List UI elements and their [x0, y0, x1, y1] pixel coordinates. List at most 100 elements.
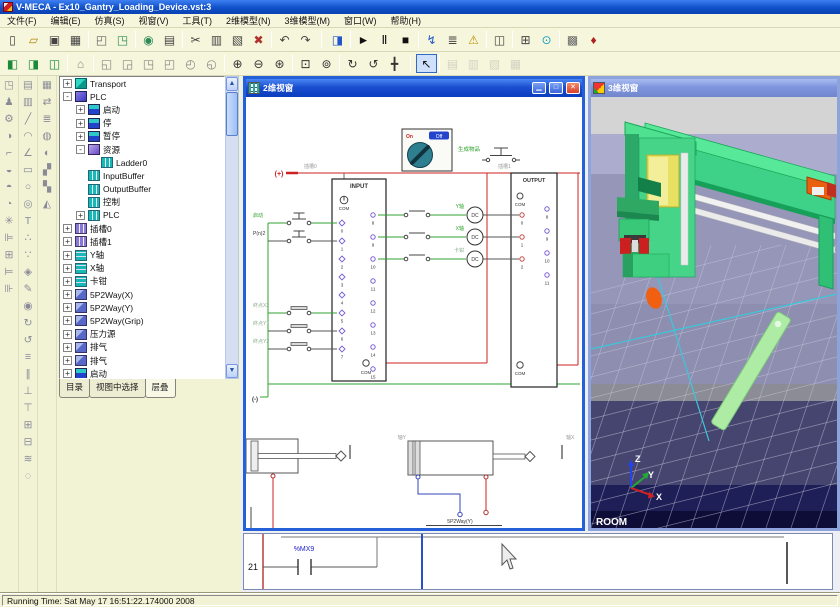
draw-tool-12[interactable]: ◈ [19, 263, 37, 280]
select-button[interactable]: ↖ [416, 54, 437, 73]
component-tool-4[interactable]: ◑ [0, 127, 18, 144]
tree-item[interactable]: InputBuffer [60, 169, 224, 182]
move-button[interactable]: ╋ [384, 54, 405, 73]
save-button[interactable]: ▣ [44, 30, 65, 49]
tree-item[interactable]: +停 [60, 117, 224, 130]
component-tool-2[interactable]: ♟ [0, 93, 18, 110]
tree-item[interactable]: +排气 [60, 341, 224, 354]
draw-tool-11[interactable]: ∵ [19, 246, 37, 263]
draw-tool-6[interactable]: ▭ [19, 161, 37, 178]
grid-view-button[interactable]: ⊞ [515, 30, 536, 49]
component-tool-8[interactable]: ◔ [0, 195, 18, 212]
menu-t[interactable]: 工具(T) [176, 13, 220, 28]
zoom-out-button[interactable]: ⊖ [248, 54, 269, 73]
tree-toggle[interactable]: + [63, 224, 72, 233]
window-3d-view[interactable]: 3维视窗 [588, 76, 840, 531]
minimize-button[interactable]: ▁ [532, 82, 546, 94]
cylinder-x[interactable] [246, 439, 346, 528]
tree-toggle[interactable]: + [63, 237, 72, 246]
view-iso-2-button[interactable]: ◲ [117, 54, 138, 73]
component-tool-6[interactable]: ◒ [0, 161, 18, 178]
tree-item[interactable]: 控制 [60, 196, 224, 209]
view-iso-1-button[interactable]: ◱ [96, 54, 117, 73]
tree-item[interactable]: Ladder0 [60, 156, 224, 169]
scroll-up-button[interactable]: ▲ [226, 77, 238, 91]
draw-tool-8[interactable]: ◎ [19, 195, 37, 212]
import-button[interactable]: ◰ [91, 30, 112, 49]
tree-item[interactable]: +Y轴 [60, 248, 224, 261]
scroll-thumb[interactable] [226, 92, 238, 136]
2d-window-titlebar[interactable]: 2维视窗 ▁ □ ✕ [246, 79, 582, 97]
tree-item[interactable]: OutputBuffer [60, 183, 224, 196]
menu-f[interactable]: 文件(F) [0, 13, 44, 28]
tree-item[interactable]: +暂停 [60, 130, 224, 143]
edit-tool-4[interactable]: ◍ [38, 127, 56, 144]
draw-tool-17[interactable]: ≡ [19, 348, 37, 365]
input-switch[interactable]: P(n)2 [253, 231, 337, 243]
table-view-button[interactable]: ◫ [489, 30, 510, 49]
edit-tool-1[interactable]: ▦ [38, 76, 56, 93]
component-tool-3[interactable]: ⚙ [0, 110, 18, 127]
tree-toggle[interactable]: + [76, 105, 85, 114]
tree-item[interactable]: +启动 [60, 103, 224, 116]
hint-lamp-button[interactable]: ⊙ [536, 30, 557, 49]
ladder-editor-panel[interactable]: %MX9 21 [243, 533, 833, 590]
component-tool-10[interactable]: ⊫ [0, 229, 18, 246]
tree-tab[interactable]: 视图中选择 [89, 379, 146, 398]
draw-tool-21[interactable]: ⊞ [19, 416, 37, 433]
view-iso-3-button[interactable]: ◳ [138, 54, 159, 73]
tree-item[interactable]: +卡钳 [60, 275, 224, 288]
edit-tool-5[interactable]: ◐ [38, 144, 56, 161]
tree-item[interactable]: +X轴 [60, 262, 224, 275]
help-button[interactable]: ♦ [583, 30, 604, 49]
tree-toggle[interactable]: + [63, 369, 72, 378]
draw-tool-19[interactable]: ⊥ [19, 382, 37, 399]
paste-button[interactable]: ▧ [227, 30, 248, 49]
zoom-window-button[interactable]: ⊡ [295, 54, 316, 73]
tree-toggle[interactable]: - [63, 92, 72, 101]
pan-view-button[interactable]: ⌂ [70, 54, 91, 73]
menu-v[interactable]: 视窗(V) [132, 13, 176, 28]
output-switch[interactable] [378, 211, 466, 217]
new-button[interactable]: ▯ [2, 30, 23, 49]
tree-item[interactable]: +5P2Way(Grip) [60, 314, 224, 327]
tree-scrollbar[interactable]: ▲ ▼ [225, 76, 239, 379]
rotate-ccw-button[interactable]: ↺ [363, 54, 384, 73]
layout-right-button[interactable]: ◫ [44, 54, 65, 73]
redo-button[interactable]: ↷ [295, 30, 316, 49]
tree-toggle[interactable]: + [63, 343, 72, 352]
output-module[interactable]: OUTPUT COM COM [511, 173, 557, 387]
tree-toggle[interactable]: + [63, 330, 72, 339]
draw-tool-14[interactable]: ◉ [19, 297, 37, 314]
menu-w[interactable]: 窗口(W) [337, 13, 384, 28]
3d-window-titlebar[interactable]: 3维视窗 [591, 79, 837, 97]
draw-tool-5[interactable]: ∠ [19, 144, 37, 161]
scroll-down-button[interactable]: ▼ [226, 364, 238, 378]
menu-n[interactable]: 2维模型(N) [219, 13, 278, 28]
input-switch[interactable]: 启动 [253, 212, 337, 225]
edit-tool-8[interactable]: ◭ [38, 195, 56, 212]
draw-tool-1[interactable]: ▤ [19, 76, 37, 93]
undo-button[interactable]: ↶ [274, 30, 295, 49]
cut-button[interactable]: ✂ [185, 30, 206, 49]
tree-item[interactable]: +压力源 [60, 328, 224, 341]
draw-tool-15[interactable]: ↻ [19, 314, 37, 331]
view-iso-6-button[interactable]: ◵ [201, 54, 222, 73]
tree-toggle[interactable]: + [63, 303, 72, 312]
print-button[interactable]: ▤ [159, 30, 180, 49]
draw-tool-22[interactable]: ⊟ [19, 433, 37, 450]
menu-m[interactable]: 3维模型(M) [278, 13, 338, 28]
draw-tool-16[interactable]: ↺ [19, 331, 37, 348]
rotate-cw-button[interactable]: ↻ [342, 54, 363, 73]
edit-tool-6[interactable]: ▞ [38, 161, 56, 178]
no-contact[interactable]: %MX9 [294, 546, 315, 575]
component-tool-9[interactable]: ✳ [0, 212, 18, 229]
tree-toggle[interactable]: + [76, 132, 85, 141]
open-button[interactable]: ▱ [23, 30, 44, 49]
library-button[interactable]: ▩ [562, 30, 583, 49]
layout-left-button[interactable]: ◧ [2, 54, 23, 73]
component-tool-12[interactable]: ⊨ [0, 263, 18, 280]
tree-tab[interactable]: 目录 [59, 379, 90, 398]
draw-tool-13[interactable]: ✎ [19, 280, 37, 297]
output-switch[interactable] [378, 255, 466, 261]
